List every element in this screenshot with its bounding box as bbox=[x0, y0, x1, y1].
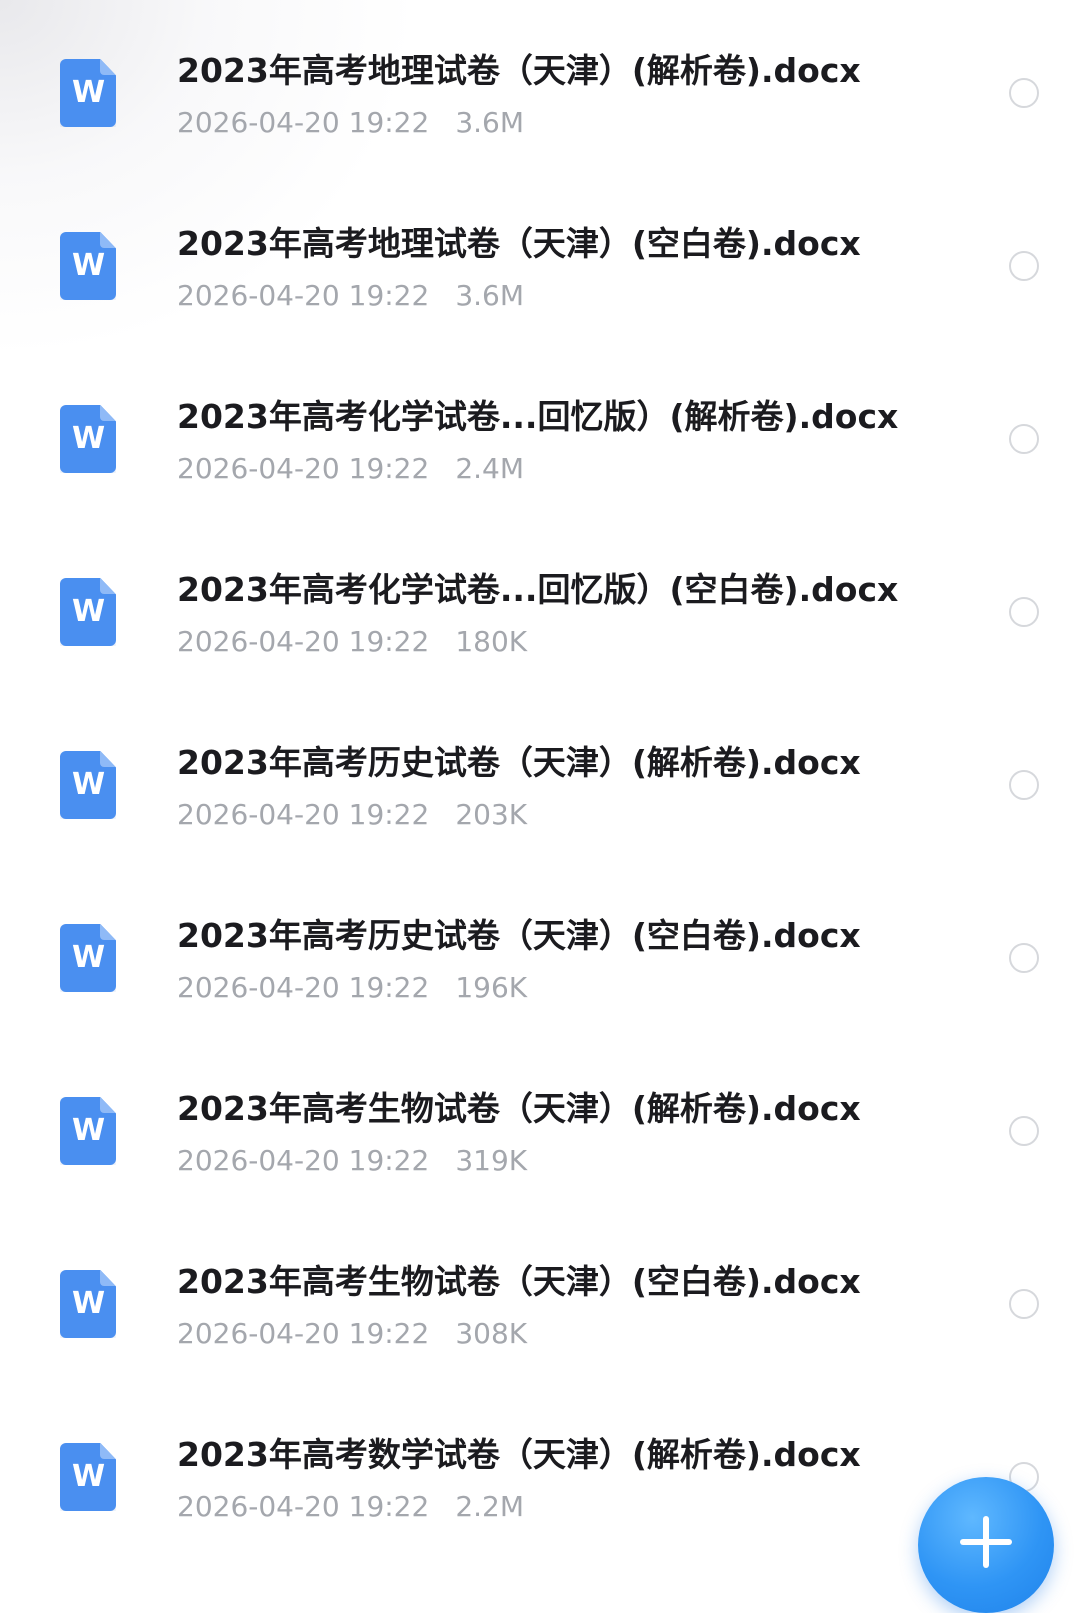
file-name: 2023年高考地理试卷（天津）(解析卷).docx bbox=[177, 51, 861, 90]
word-doc-icon: W bbox=[60, 232, 116, 300]
file-row[interactable]: W 2023年高考地理试卷（天津）(空白卷).docx 2026-04-20 1… bbox=[0, 173, 1080, 346]
file-date: 2026-04-20 19:22 bbox=[177, 1490, 430, 1523]
file-size: 308K bbox=[455, 1317, 528, 1350]
select-radio[interactable] bbox=[1009, 1289, 1039, 1319]
file-list: W 2023年高考地理试卷（天津）(解析卷).docx 2026-04-20 1… bbox=[0, 0, 1080, 1569]
word-doc-icon: W bbox=[60, 59, 116, 127]
word-doc-icon: W bbox=[60, 1097, 116, 1165]
file-meta: 2026-04-20 19:22 180K bbox=[177, 625, 527, 659]
file-size: 203K bbox=[455, 798, 528, 831]
file-size: 2.4M bbox=[455, 452, 525, 485]
file-date: 2026-04-20 19:22 bbox=[177, 106, 430, 139]
file-name: 2023年高考化学试卷...回忆版）(解析卷).docx bbox=[177, 397, 899, 436]
file-row[interactable]: W 2023年高考历史试卷（天津）(解析卷).docx 2026-04-20 1… bbox=[0, 692, 1080, 865]
file-size: 180K bbox=[455, 625, 528, 658]
word-doc-icon: W bbox=[60, 1270, 116, 1338]
file-name: 2023年高考生物试卷（天津）(空白卷).docx bbox=[177, 1262, 861, 1301]
word-doc-icon: W bbox=[60, 1443, 116, 1511]
file-name: 2023年高考数学试卷（天津）(解析卷).docx bbox=[177, 1435, 861, 1474]
file-row[interactable]: W 2023年高考化学试卷...回忆版）(空白卷).docx 2026-04-2… bbox=[0, 519, 1080, 692]
word-doc-icon: W bbox=[60, 578, 116, 646]
file-row[interactable]: W 2023年高考生物试卷（天津）(解析卷).docx 2026-04-20 1… bbox=[0, 1038, 1080, 1211]
select-radio[interactable] bbox=[1009, 770, 1039, 800]
select-radio[interactable] bbox=[1009, 424, 1039, 454]
file-row[interactable]: W 2023年高考化学试卷...回忆版）(解析卷).docx 2026-04-2… bbox=[0, 346, 1080, 519]
file-name: 2023年高考生物试卷（天津）(解析卷).docx bbox=[177, 1089, 861, 1128]
file-meta: 2026-04-20 19:22 319K bbox=[177, 1144, 527, 1178]
file-size: 3.6M bbox=[455, 106, 525, 139]
select-radio[interactable] bbox=[1009, 78, 1039, 108]
file-date: 2026-04-20 19:22 bbox=[177, 1317, 430, 1350]
file-meta: 2026-04-20 19:22 3.6M bbox=[177, 279, 524, 313]
file-meta: 2026-04-20 19:22 3.6M bbox=[177, 106, 524, 140]
select-radio[interactable] bbox=[1009, 1116, 1039, 1146]
file-meta: 2026-04-20 19:22 2.2M bbox=[177, 1490, 524, 1524]
file-name: 2023年高考历史试卷（天津）(解析卷).docx bbox=[177, 743, 861, 782]
file-row[interactable]: W 2023年高考地理试卷（天津）(解析卷).docx 2026-04-20 1… bbox=[0, 0, 1080, 173]
file-name: 2023年高考地理试卷（天津）(空白卷).docx bbox=[177, 224, 861, 263]
file-date: 2026-04-20 19:22 bbox=[177, 798, 430, 831]
file-meta: 2026-04-20 19:22 196K bbox=[177, 971, 527, 1005]
file-meta: 2026-04-20 19:22 2.4M bbox=[177, 452, 524, 486]
file-meta: 2026-04-20 19:22 308K bbox=[177, 1317, 527, 1351]
file-meta: 2026-04-20 19:22 203K bbox=[177, 798, 527, 832]
word-doc-icon: W bbox=[60, 751, 116, 819]
word-doc-icon: W bbox=[60, 924, 116, 992]
file-name: 2023年高考化学试卷...回忆版）(空白卷).docx bbox=[177, 570, 899, 609]
file-row[interactable]: W 2023年高考历史试卷（天津）(空白卷).docx 2026-04-20 1… bbox=[0, 865, 1080, 1038]
file-date: 2026-04-20 19:22 bbox=[177, 279, 430, 312]
file-size: 2.2M bbox=[455, 1490, 525, 1523]
word-doc-icon: W bbox=[60, 405, 116, 473]
file-row[interactable]: W 2023年高考数学试卷（天津）(解析卷).docx 2026-04-20 1… bbox=[0, 1384, 1080, 1557]
file-size: 3.6M bbox=[455, 279, 525, 312]
file-date: 2026-04-20 19:22 bbox=[177, 452, 430, 485]
select-radio[interactable] bbox=[1009, 597, 1039, 627]
file-size: 196K bbox=[455, 971, 528, 1004]
file-row[interactable]: W 2023年高考生物试卷（天津）(空白卷).docx 2026-04-20 1… bbox=[0, 1211, 1080, 1384]
file-date: 2026-04-20 19:22 bbox=[177, 971, 430, 1004]
add-button[interactable] bbox=[918, 1477, 1054, 1613]
file-date: 2026-04-20 19:22 bbox=[177, 625, 430, 658]
file-size: 319K bbox=[455, 1144, 528, 1177]
file-name: 2023年高考历史试卷（天津）(空白卷).docx bbox=[177, 916, 861, 955]
select-radio[interactable] bbox=[1009, 251, 1039, 281]
file-date: 2026-04-20 19:22 bbox=[177, 1144, 430, 1177]
select-radio[interactable] bbox=[1009, 943, 1039, 973]
